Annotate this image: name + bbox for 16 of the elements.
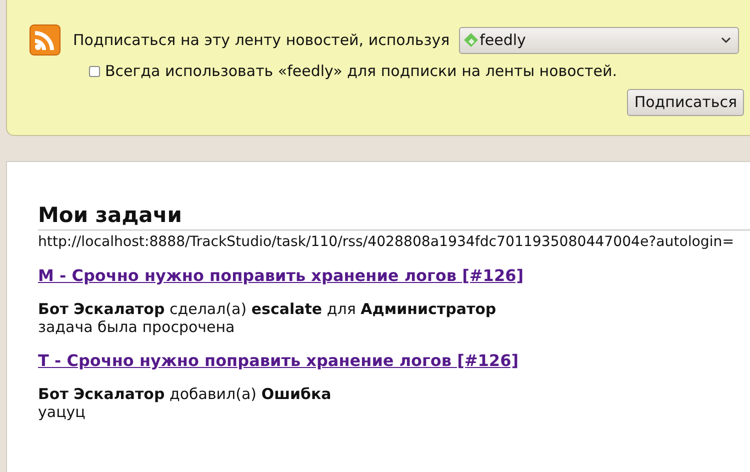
feed-title: Мои задачи bbox=[38, 202, 183, 228]
entry-link[interactable]: М - Срочно нужно поправить хранение логов [#126] bbox=[38, 266, 524, 286]
always-use-checkbox[interactable] bbox=[89, 66, 100, 77]
rss-icon bbox=[29, 24, 61, 56]
feed-url: http://localhost:8888/TrackStudio/task/110/rss/4028808a1934fdc7011935080447004e?autologin= bbox=[38, 233, 734, 251]
subscribe-button[interactable]: Подписаться bbox=[627, 88, 744, 116]
subscribe-prompt: Подписаться на эту ленту новостей, используя bbox=[73, 30, 450, 51]
chevron-down-icon bbox=[720, 36, 731, 44]
feedly-icon bbox=[464, 33, 478, 47]
entry-detail: задача была просрочена bbox=[38, 318, 235, 336]
entry-link[interactable]: Т - Срочно нужно поправить хранение логов [#126] bbox=[38, 351, 519, 371]
entry-summary: Бот Эскалатор добавил(а) Ошибка bbox=[38, 385, 332, 403]
entry-detail: уацуц bbox=[38, 403, 86, 421]
reader-select[interactable]: feedly bbox=[458, 26, 739, 54]
entry-summary: Бот Эскалатор сделал(а) escalate для Администратор bbox=[38, 300, 496, 318]
always-use-label: Всегда использовать «feedly» для подписки на ленты новостей. bbox=[105, 61, 618, 82]
